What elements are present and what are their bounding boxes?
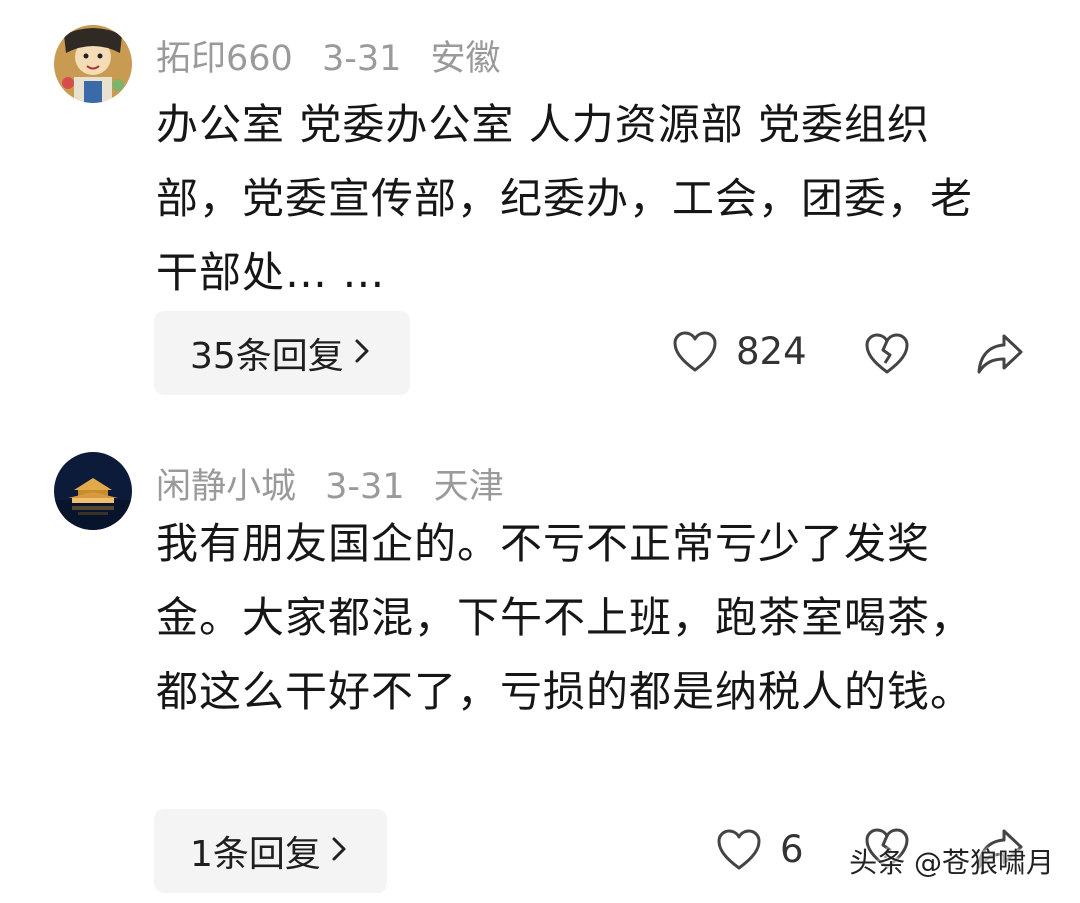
view-replies-button[interactable]: 35条回复 bbox=[154, 311, 410, 395]
watermark: 头条 @苍狼啸月 bbox=[849, 846, 1054, 879]
comment-meta: 闲静小城 3-31 天津 bbox=[156, 458, 522, 509]
chevron-right-icon bbox=[331, 831, 347, 871]
comment-text: 办公室 党委办公室 人力资源部 党委组织部，党委宣传部，纪委办，工会，团委，老干… bbox=[156, 100, 974, 297]
like-button[interactable]: 6 bbox=[716, 828, 804, 871]
comment-date: 3-31 bbox=[321, 39, 402, 79]
heart-icon bbox=[716, 829, 762, 871]
comment-date: 3-31 bbox=[325, 467, 405, 507]
like-button[interactable]: 824 bbox=[672, 330, 807, 373]
comment-meta: 拓印660 3-31 安徽 bbox=[156, 30, 519, 81]
username[interactable]: 闲静小城 bbox=[156, 467, 296, 507]
comment-location: 安徽 bbox=[430, 39, 501, 79]
share-button[interactable] bbox=[976, 333, 1024, 375]
share-icon bbox=[976, 333, 1024, 375]
heart-icon bbox=[672, 331, 718, 373]
dislike-button[interactable] bbox=[864, 333, 910, 375]
broken-heart-icon bbox=[864, 333, 910, 375]
like-count: 824 bbox=[736, 330, 807, 373]
avatar[interactable] bbox=[54, 25, 132, 103]
username[interactable]: 拓印660 bbox=[156, 39, 293, 79]
view-replies-button[interactable]: 1条回复 bbox=[154, 809, 387, 893]
comment-text: 我有朋友国企的。不亏不正常亏少了发奖金。大家都混，下午不上班，跑茶室喝茶，都这么… bbox=[156, 519, 974, 716]
replies-label: 35条回复 bbox=[190, 336, 344, 377]
comment-location: 天津 bbox=[433, 467, 504, 507]
avatar[interactable] bbox=[54, 452, 132, 530]
like-count: 6 bbox=[780, 828, 804, 871]
replies-label: 1条回复 bbox=[190, 834, 321, 875]
chevron-right-icon bbox=[354, 333, 370, 373]
